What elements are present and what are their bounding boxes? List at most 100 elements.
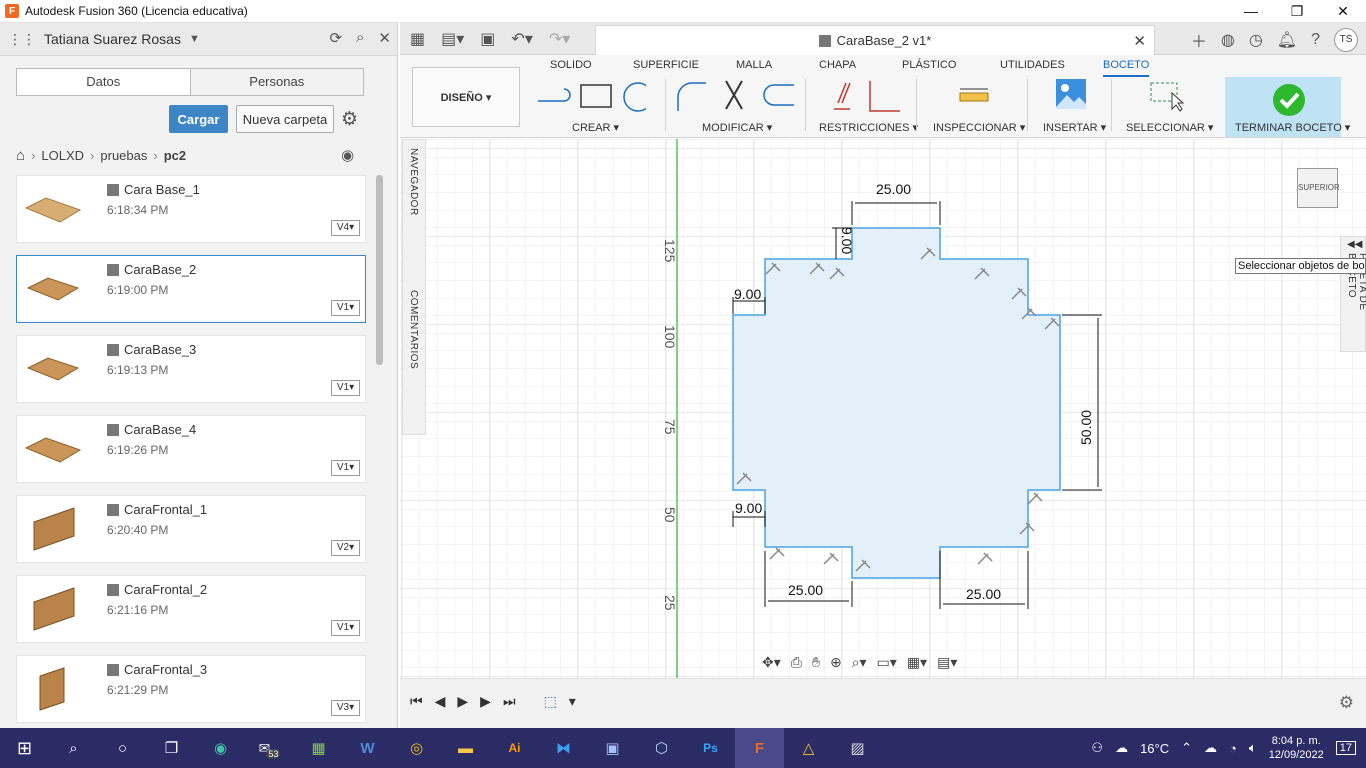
- list-item[interactable]: CaraFrontal_1 6:20:40 PM V2▾: [16, 495, 366, 563]
- app-icon[interactable]: ▨: [833, 728, 882, 768]
- close-icon[interactable]: ✕: [378, 29, 391, 47]
- tab-boceto[interactable]: BOCETO: [1103, 59, 1150, 77]
- viewports-icon[interactable]: ▤▾: [937, 654, 957, 671]
- file-menu-icon[interactable]: ▤▾: [441, 29, 464, 49]
- dimension-label[interactable]: 9.00: [735, 500, 762, 516]
- avatar[interactable]: TS: [1334, 28, 1358, 52]
- minimize-button[interactable]: —: [1228, 0, 1274, 23]
- upload-button[interactable]: Cargar: [169, 105, 228, 133]
- comments-tab[interactable]: COMENTARIOS: [408, 290, 419, 369]
- list-item[interactable]: CaraFrontal_2 6:21:16 PM V1▾: [16, 575, 366, 643]
- photoshop-icon[interactable]: Ps: [686, 728, 735, 768]
- user-hub-selector[interactable]: Tatiana Suarez Rosas: [44, 31, 181, 47]
- dimension-label[interactable]: 9.00: [839, 227, 855, 254]
- spreadsheet-app-icon[interactable]: ▦: [294, 728, 343, 768]
- viewcube[interactable]: SUPERIOR: [1297, 168, 1340, 208]
- help-icon[interactable]: ?: [1311, 31, 1320, 49]
- store-icon[interactable]: ▣: [588, 728, 637, 768]
- dimension-label[interactable]: 9.00: [734, 286, 761, 302]
- finish-sketch-menu[interactable]: TERMINAR BOCETO ▾: [1235, 121, 1350, 134]
- document-tab[interactable]: CaraBase_2 v1* ✕: [595, 25, 1155, 55]
- people-icon[interactable]: ⚇: [1091, 740, 1103, 756]
- list-item[interactable]: Cara Base_1 6:18:34 PM V4▾: [16, 175, 366, 243]
- save-icon[interactable]: ▣: [480, 29, 495, 49]
- task-view-icon[interactable]: ❐: [147, 728, 196, 768]
- search-icon[interactable]: ⌕: [356, 29, 364, 47]
- sketch-palette-tab[interactable]: ◀◀ PALETA DE BOCETO: [1340, 236, 1366, 352]
- dimension-label[interactable]: 50.00: [1078, 410, 1094, 445]
- list-item[interactable]: CaraBase_3 6:19:13 PM V1▾: [16, 335, 366, 403]
- word-icon[interactable]: W: [343, 728, 392, 768]
- tab-personas[interactable]: Personas: [189, 69, 363, 95]
- gear-icon[interactable]: ⚙: [341, 108, 358, 131]
- dimension-label[interactable]: 25.00: [788, 582, 823, 598]
- bell-icon[interactable]: 🔔︎: [1277, 30, 1297, 50]
- orbit-icon[interactable]: ✥▾: [762, 654, 781, 671]
- version-badge[interactable]: V2▾: [331, 540, 360, 556]
- go-to-end-icon[interactable]: ⏭: [503, 693, 516, 710]
- workspace-selector[interactable]: DISEÑO ▾: [412, 67, 520, 127]
- tab-malla[interactable]: MALLA: [736, 59, 772, 71]
- chevron-down-icon[interactable]: ▼: [189, 33, 200, 45]
- collapse-icon[interactable]: ◀◀: [1347, 239, 1362, 250]
- browser-collapsed-panel[interactable]: NAVEGADOR COMENTARIOS: [402, 139, 426, 435]
- version-badge[interactable]: V1▾: [331, 460, 360, 476]
- tab-solido[interactable]: SOLIDO: [550, 59, 592, 71]
- fusion-taskbar-icon[interactable]: F: [735, 728, 784, 768]
- undo-icon[interactable]: ↶▾: [511, 29, 532, 49]
- list-item[interactable]: CaraBase_2 6:19:00 PM V1▾: [16, 255, 366, 323]
- breadcrumb-item[interactable]: pc2: [164, 148, 186, 163]
- timeline-marker[interactable]: ▾: [569, 693, 576, 710]
- zoom-icon[interactable]: ⊕: [830, 654, 842, 671]
- job-status-icon[interactable]: ◷: [1249, 30, 1263, 50]
- list-item[interactable]: CaraBase_4 6:19:26 PM V1▾: [16, 415, 366, 483]
- close-window-button[interactable]: ✕: [1320, 0, 1366, 23]
- step-back-icon[interactable]: ◀: [435, 693, 446, 710]
- home-icon[interactable]: ⌂: [16, 147, 25, 164]
- grid-menu-icon[interactable]: ▦: [410, 29, 425, 49]
- version-badge[interactable]: V1▾: [331, 380, 360, 396]
- new-folder-button[interactable]: Nueva carpeta: [236, 105, 334, 133]
- create-menu[interactable]: CREAR ▾: [572, 121, 619, 134]
- weather-icon[interactable]: ☁: [1115, 740, 1128, 756]
- display-settings-icon[interactable]: ▭▾: [877, 654, 897, 671]
- gear-icon[interactable]: ⚙: [1339, 693, 1354, 713]
- temperature[interactable]: 16°C: [1140, 741, 1169, 756]
- breadcrumb-item[interactable]: pruebas: [100, 148, 147, 163]
- scrollbar[interactable]: [376, 175, 383, 365]
- notifications-icon[interactable]: 17: [1335, 741, 1356, 755]
- inspect-menu[interactable]: INSPECCIONAR ▾: [933, 121, 1025, 134]
- go-to-start-icon[interactable]: ⏮: [410, 693, 423, 710]
- play-icon[interactable]: ▶: [457, 693, 468, 710]
- file-explorer-icon[interactable]: ▬: [441, 728, 490, 768]
- chevron-up-icon[interactable]: ⌃: [1181, 740, 1192, 756]
- version-badge[interactable]: V1▾: [331, 620, 360, 636]
- refresh-icon[interactable]: ⟳: [329, 29, 342, 47]
- tab-datos[interactable]: Datos: [17, 69, 190, 95]
- modify-menu[interactable]: MODIFICAR ▾: [702, 121, 772, 134]
- pan-hand-icon[interactable]: ✋︎: [812, 654, 820, 671]
- mail-icon[interactable]: ✉ 53: [245, 728, 294, 768]
- list-item[interactable]: CaraFrontal_3 6:21:29 PM V3▾: [16, 655, 366, 723]
- illustrator-icon[interactable]: Ai: [490, 728, 539, 768]
- sketch-feature-icon[interactable]: ⬚: [544, 693, 557, 710]
- vscode-icon[interactable]: ⧓: [539, 728, 588, 768]
- breadcrumb-item[interactable]: LOLXD: [41, 148, 84, 163]
- clock[interactable]: 8:04 p. m. 12/09/2022: [1269, 734, 1324, 762]
- tab-plastico[interactable]: PLÁSTICO: [902, 59, 956, 71]
- globe-icon[interactable]: ◉: [341, 146, 354, 164]
- tab-chapa[interactable]: CHAPA: [819, 59, 856, 71]
- new-tab-icon[interactable]: ＋: [1191, 28, 1207, 52]
- select-menu[interactable]: SELECCIONAR ▾: [1126, 121, 1213, 134]
- look-at-icon[interactable]: ⎙: [791, 654, 802, 671]
- redo-icon[interactable]: ↷▾: [549, 29, 570, 49]
- windows-start-icon[interactable]: ⊞: [0, 728, 49, 768]
- version-badge[interactable]: V4▾: [331, 220, 360, 236]
- version-badge[interactable]: V1▾: [331, 300, 360, 316]
- volume-icon[interactable]: 🔈︎: [1249, 740, 1257, 756]
- chrome-icon[interactable]: ◎: [392, 728, 441, 768]
- tab-superficie[interactable]: SUPERFICIE: [633, 59, 699, 71]
- version-badge[interactable]: V3▾: [331, 700, 360, 716]
- grid-settings-icon[interactable]: ▦▾: [907, 654, 927, 671]
- insert-menu[interactable]: INSERTAR ▾: [1043, 121, 1106, 134]
